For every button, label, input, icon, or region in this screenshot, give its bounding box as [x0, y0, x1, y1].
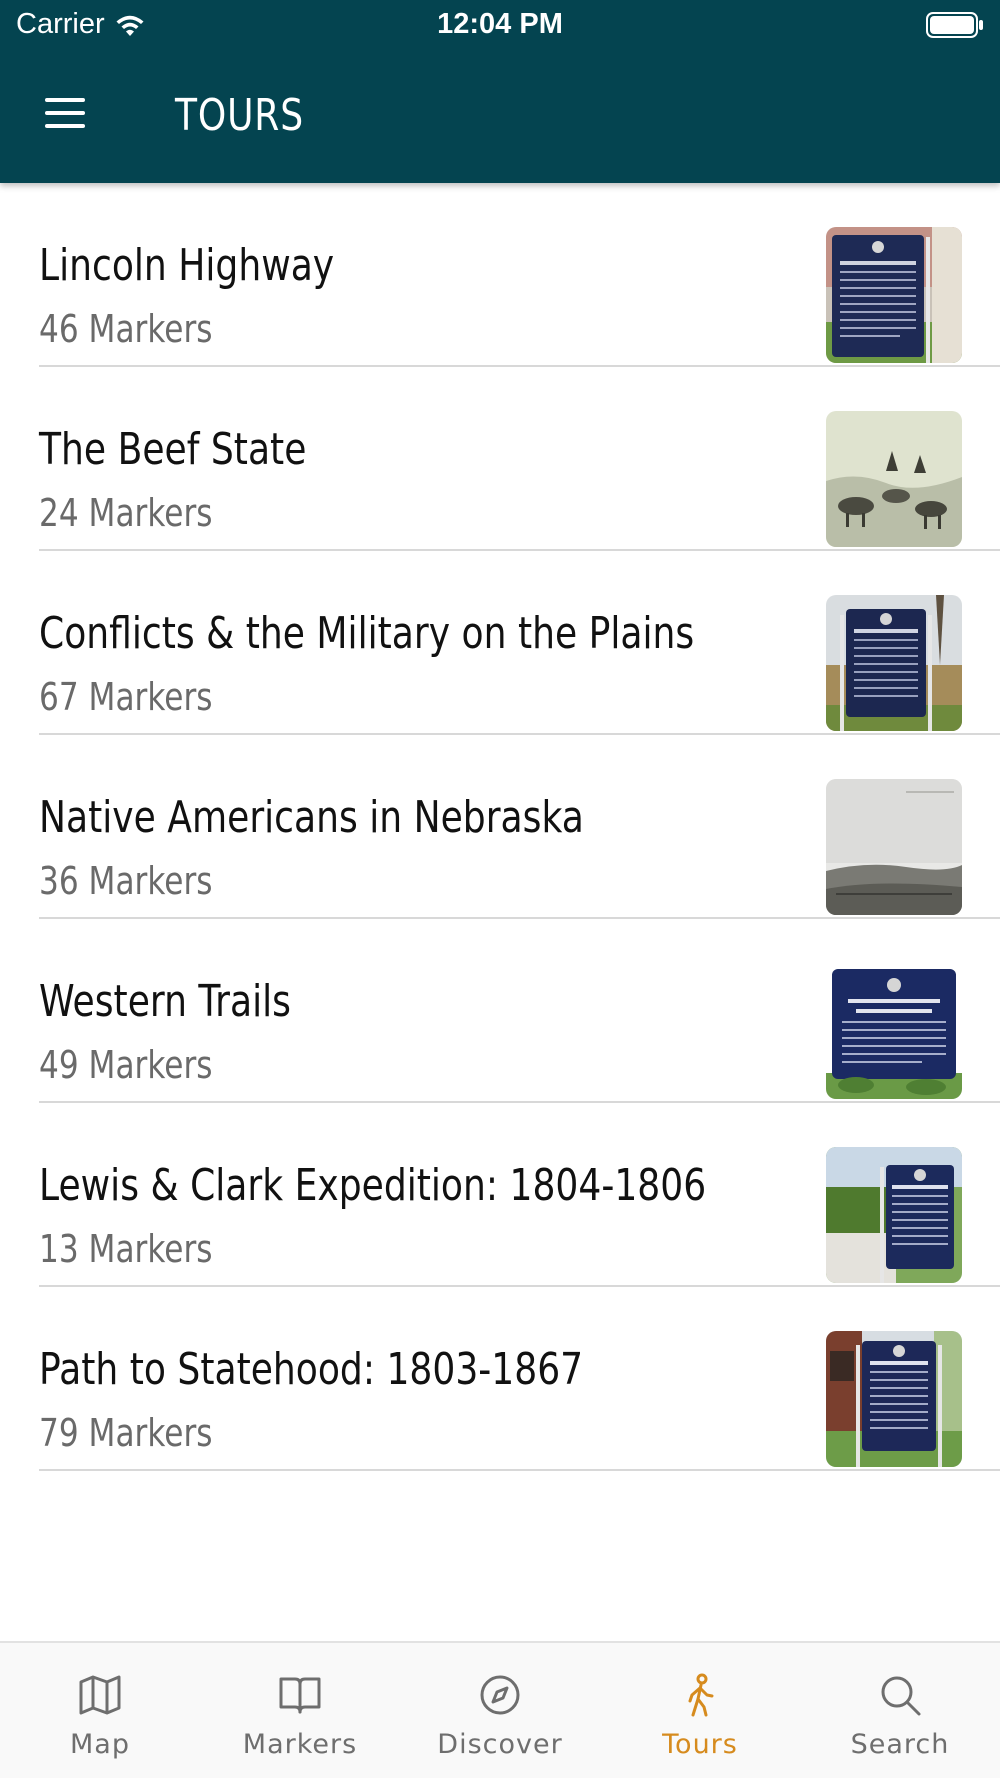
tour-thumbnail [826, 963, 962, 1099]
tour-thumbnail [826, 411, 962, 547]
map-icon [78, 1673, 122, 1717]
tour-marker-count: 36 Markers [39, 859, 213, 903]
tour-thumbnail [826, 227, 962, 363]
tab-label: Search [850, 1729, 950, 1760]
tour-marker-count: 46 Markers [39, 307, 213, 351]
tour-list: Lincoln Highway 46 Markers The Beef Stat… [0, 183, 1000, 1471]
tour-name: Lewis & Clark Expedition: 1804-1806 [39, 1160, 707, 1211]
tab-label: Markers [242, 1729, 358, 1760]
tour-thumbnail [826, 1331, 962, 1467]
tab-markers[interactable]: Markers [200, 1643, 400, 1778]
tour-row[interactable]: Lincoln Highway 46 Markers [0, 183, 1000, 367]
tour-row[interactable]: Path to Statehood: 1803-1867 79 Markers [0, 1287, 1000, 1471]
book-icon [278, 1673, 322, 1717]
tour-row[interactable]: Native Americans in Nebraska 36 Markers [0, 735, 1000, 919]
tab-search[interactable]: Search [800, 1643, 1000, 1778]
status-bar: Carrier 12:04 PM [0, 0, 1000, 50]
tab-tours[interactable]: Tours [600, 1643, 800, 1778]
tour-name: Conflicts & the Military on the Plains [39, 608, 695, 659]
search-icon [878, 1673, 922, 1717]
tour-thumbnail [826, 779, 962, 915]
row-divider [39, 1469, 1000, 1471]
tour-marker-count: 24 Markers [39, 491, 213, 535]
tour-marker-count: 79 Markers [39, 1411, 213, 1455]
tour-row[interactable]: Western Trails 49 Markers [0, 919, 1000, 1103]
tour-row[interactable]: The Beef State 24 Markers [0, 367, 1000, 551]
hamburger-menu-icon[interactable] [40, 98, 90, 138]
tour-name: Western Trails [39, 976, 291, 1027]
tour-row[interactable]: Conflicts & the Military on the Plains 6… [0, 551, 1000, 735]
tour-name: The Beef State [39, 424, 307, 475]
app-header: Carrier 12:04 PM TOURS [0, 0, 1000, 183]
tour-thumbnail [826, 595, 962, 731]
tour-name: Path to Statehood: 1803-1867 [39, 1344, 584, 1395]
walking-person-icon [678, 1673, 722, 1717]
tab-label: Discover [437, 1729, 563, 1760]
tab-label: Tours [662, 1729, 738, 1760]
tour-marker-count: 67 Markers [39, 675, 213, 719]
tour-marker-count: 13 Markers [39, 1227, 213, 1271]
tour-thumbnail [826, 1147, 962, 1283]
tab-map[interactable]: Map [0, 1643, 200, 1778]
tour-row[interactable]: Lewis & Clark Expedition: 1804-1806 13 M… [0, 1103, 1000, 1287]
tab-discover[interactable]: Discover [400, 1643, 600, 1778]
compass-icon [478, 1673, 522, 1717]
battery-icon [926, 12, 983, 38]
status-time: 12:04 PM [437, 8, 563, 40]
bottom-tab-bar: Map Markers Discover Tours Search [0, 1641, 1000, 1778]
page-title: TOURS [175, 90, 304, 141]
tour-name: Native Americans in Nebraska [39, 792, 584, 843]
tour-name: Lincoln Highway [39, 240, 335, 291]
tab-label: Map [70, 1729, 130, 1760]
tour-marker-count: 49 Markers [39, 1043, 213, 1087]
